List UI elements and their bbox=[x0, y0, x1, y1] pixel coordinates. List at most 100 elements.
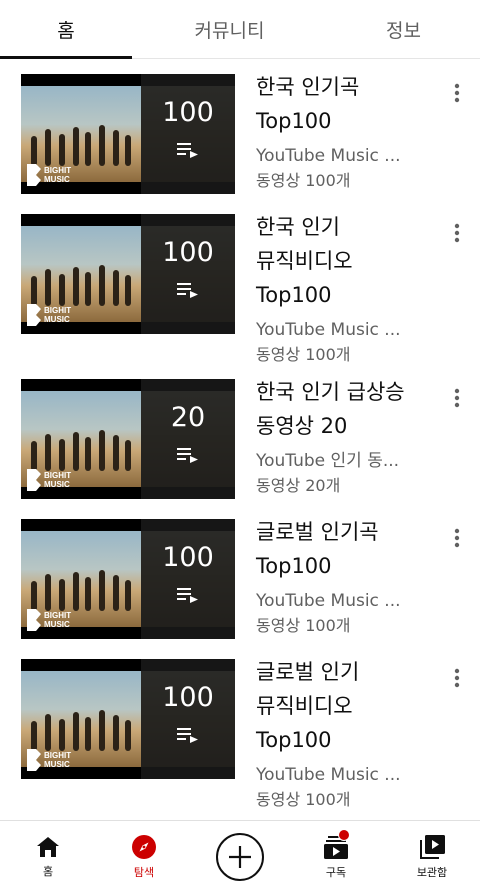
playlist-thumbnail[interactable]: 20 BIGHIT MUSIC bbox=[21, 379, 235, 499]
title-line: 한국 인기 bbox=[256, 215, 340, 239]
home-icon bbox=[37, 837, 59, 857]
tab-about[interactable]: 정보 bbox=[327, 0, 480, 58]
title-line: 뮤직비디오 bbox=[256, 249, 353, 273]
title-line: Top100 bbox=[256, 554, 332, 578]
video-count: 100 bbox=[162, 681, 214, 713]
video-count-label: 동영상 100개 bbox=[256, 616, 351, 635]
title-line: Top100 bbox=[256, 109, 332, 133]
tab-home-label: 홈 bbox=[57, 19, 75, 42]
video-count-overlay: 100 bbox=[141, 214, 235, 334]
logo-text: BIGHIT MUSIC bbox=[44, 166, 72, 184]
more-options-button[interactable] bbox=[446, 387, 468, 409]
tab-about-label: 정보 bbox=[386, 19, 421, 42]
logo-mark-icon bbox=[27, 609, 41, 631]
video-count-label: 동영상 100개 bbox=[256, 171, 351, 190]
playlist-title[interactable]: 글로벌 인기곡 Top100 bbox=[256, 515, 426, 583]
playlist-title[interactable]: 글로벌 인기뮤직비디오 Top100 bbox=[256, 655, 426, 757]
create-icon bbox=[216, 833, 264, 881]
playlist-title[interactable]: 한국 인기 급상승동영상 20 bbox=[256, 375, 426, 443]
playlist-icon bbox=[177, 142, 198, 158]
video-count-overlay: 100 bbox=[141, 74, 235, 194]
playlist-title[interactable]: 한국 인기곡 Top100 bbox=[256, 70, 426, 138]
tab-home[interactable]: 홈 bbox=[0, 0, 132, 59]
channel-name: YouTube Music ... bbox=[256, 591, 401, 611]
more-vert-icon bbox=[454, 388, 460, 408]
more-vert-icon bbox=[454, 223, 460, 243]
video-count-label: 동영상 100개 bbox=[256, 790, 351, 809]
nav-create[interactable] bbox=[192, 821, 288, 893]
title-line: 뮤직비디오 bbox=[256, 694, 353, 718]
video-count-overlay: 100 bbox=[141, 659, 235, 779]
nav-explore[interactable]: 탐색 bbox=[96, 821, 192, 893]
video-count: 100 bbox=[162, 96, 214, 128]
playlist-item[interactable]: 100 BIGHIT MUSIC bbox=[0, 643, 480, 809]
logo-mark-icon bbox=[27, 469, 41, 491]
channel-name: YouTube Music ... bbox=[256, 765, 401, 785]
playlist-icon bbox=[177, 587, 198, 603]
video-count: 100 bbox=[162, 541, 214, 573]
tab-community[interactable]: 커뮤니티 bbox=[132, 0, 327, 58]
playlist-thumbnail[interactable]: 100 BIGHIT MUSIC bbox=[21, 74, 235, 194]
title-line: Top100 bbox=[256, 283, 332, 307]
compass-icon bbox=[132, 835, 156, 859]
nav-subscriptions[interactable]: 구독 bbox=[288, 821, 384, 893]
title-line: 한국 인기곡 bbox=[256, 75, 360, 99]
nav-subscriptions-label: 구독 bbox=[325, 866, 347, 879]
playlist-thumbnail[interactable]: 100 BIGHIT MUSIC bbox=[21, 659, 235, 779]
bighit-logo: BIGHIT MUSIC bbox=[27, 469, 71, 491]
channel-tabs: 홈 커뮤니티 정보 bbox=[0, 0, 480, 59]
bighit-logo: BIGHIT MUSIC bbox=[27, 609, 71, 631]
channel-name: YouTube Music ... bbox=[256, 320, 401, 340]
more-vert-icon bbox=[454, 83, 460, 103]
logo-text: BIGHIT MUSIC bbox=[44, 611, 72, 629]
title-line: 동영상 20 bbox=[256, 414, 348, 438]
channel-name: YouTube 인기 동... bbox=[256, 451, 400, 471]
logo-text: BIGHIT MUSIC bbox=[44, 306, 72, 324]
nav-home[interactable]: 홈 bbox=[0, 821, 96, 893]
playlist-icon bbox=[177, 447, 198, 463]
playlist-item[interactable]: 100 BIGHIT MUSIC bbox=[0, 198, 480, 364]
playlist-info: 글로벌 인기곡 Top100 YouTube Music ... 동영상 100개 bbox=[256, 515, 426, 639]
logo-mark-icon bbox=[27, 304, 41, 326]
video-count-overlay: 20 bbox=[141, 379, 235, 499]
video-count-overlay: 100 bbox=[141, 519, 235, 639]
channel-name: YouTube Music ... bbox=[256, 146, 401, 166]
playlist-info: 한국 인기곡 Top100 YouTube Music ... 동영상 100개 bbox=[256, 70, 426, 194]
bighit-logo: BIGHIT MUSIC bbox=[27, 164, 71, 186]
playlist-icon bbox=[177, 727, 198, 743]
logo-mark-icon bbox=[27, 749, 41, 771]
more-vert-icon bbox=[454, 668, 460, 688]
title-line: 글로벌 인기 bbox=[256, 660, 360, 684]
logo-text: BIGHIT MUSIC bbox=[44, 471, 72, 489]
notification-badge bbox=[337, 829, 350, 841]
playlist-item[interactable]: 100 BIGHIT MUSIC bbox=[0, 503, 480, 639]
more-options-button[interactable] bbox=[446, 222, 468, 244]
bighit-logo: BIGHIT MUSIC bbox=[27, 304, 71, 326]
nav-explore-label: 탐색 bbox=[133, 866, 155, 879]
title-line: Top100 bbox=[256, 728, 332, 752]
playlist-item[interactable]: 100 BIGHIT MUSIC bbox=[0, 58, 480, 194]
more-vert-icon bbox=[454, 528, 460, 548]
more-options-button[interactable] bbox=[446, 527, 468, 549]
nav-home-label: 홈 bbox=[42, 865, 54, 878]
nav-library[interactable]: 보관함 bbox=[384, 821, 480, 893]
video-count: 100 bbox=[162, 236, 214, 268]
nav-library-label: 보관함 bbox=[416, 866, 448, 879]
playlist-icon bbox=[177, 282, 198, 298]
more-options-button[interactable] bbox=[446, 82, 468, 104]
playlist-title[interactable]: 한국 인기뮤직비디오 Top100 bbox=[256, 210, 426, 312]
tab-community-label: 커뮤니티 bbox=[194, 19, 265, 42]
playlist-thumbnail[interactable]: 100 BIGHIT MUSIC bbox=[21, 214, 235, 334]
more-options-button[interactable] bbox=[446, 667, 468, 689]
title-line: 글로벌 인기곡 bbox=[256, 520, 379, 544]
video-count: 20 bbox=[170, 401, 206, 433]
logo-mark-icon bbox=[27, 164, 41, 186]
logo-text: BIGHIT MUSIC bbox=[44, 751, 72, 769]
title-line: 한국 인기 급상승 bbox=[256, 380, 405, 404]
playlist-info: 글로벌 인기뮤직비디오 Top100 YouTube Music ... 동영상 … bbox=[256, 655, 426, 813]
playlist-info: 한국 인기 뮤직비디오 Top100 YouTube Music ... 동영상 1… bbox=[256, 210, 426, 368]
playlist-item[interactable]: 20 BIGHIT MUSIC 한국 인기 급상승 동영상 20 YouTube… bbox=[0, 363, 480, 499]
bighit-logo: BIGHIT MUSIC bbox=[27, 749, 71, 771]
bottom-nav: 홈 탐색 구독 보관함 bbox=[0, 820, 480, 893]
playlist-thumbnail[interactable]: 100 BIGHIT MUSIC bbox=[21, 519, 235, 639]
